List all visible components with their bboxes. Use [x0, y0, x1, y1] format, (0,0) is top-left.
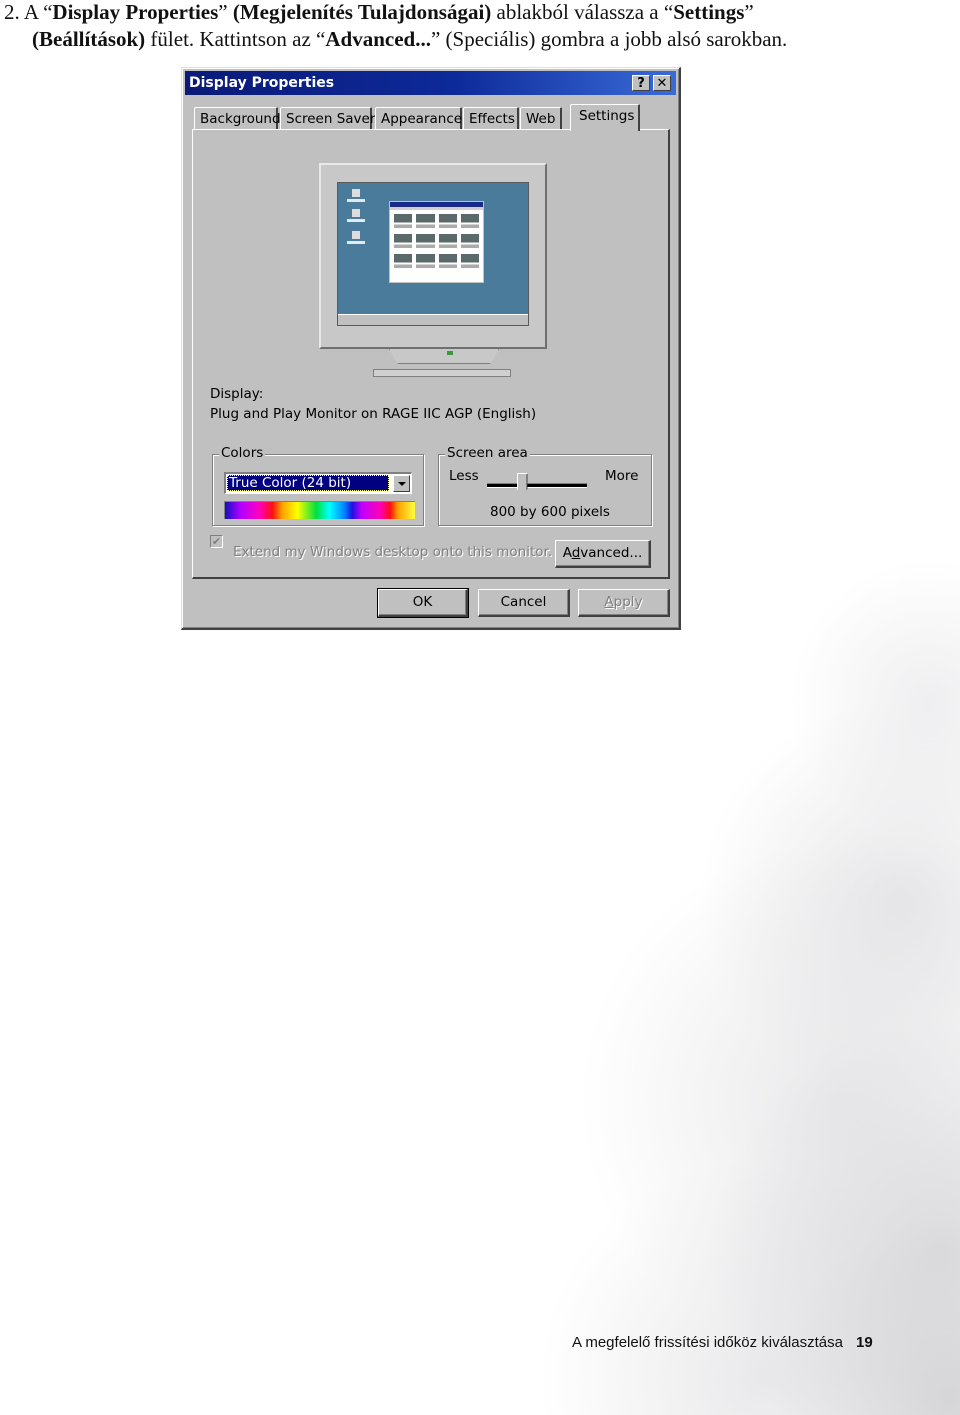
- instruction-line2-segment: (Beállítások): [32, 27, 146, 51]
- tab-web[interactable]: Web: [520, 107, 562, 130]
- screen-area-slider[interactable]: [487, 483, 587, 488]
- display-label: Display:: [210, 386, 264, 402]
- slider-more-label: More: [605, 468, 639, 484]
- monitor-base: [373, 369, 511, 377]
- screen-area-legend: Screen area: [445, 445, 530, 461]
- tab-label: Effects: [469, 111, 515, 127]
- ok-label: OK: [412, 594, 433, 610]
- instruction-text: 2. A “Display Properties” (Megjelenítés …: [4, 0, 954, 53]
- preview-window: [389, 201, 484, 283]
- instruction-line-1: A “Display Properties” (Megjelenítés Tul…: [24, 0, 754, 24]
- desktop-icon: [346, 189, 366, 203]
- ok-button[interactable]: OK: [377, 588, 469, 618]
- instruction-line1-segment: ”: [744, 0, 754, 24]
- power-led-icon: [447, 351, 453, 355]
- instruction-line2-segment: fület. Kattintson az “: [145, 27, 326, 51]
- tab-background[interactable]: Background: [194, 107, 281, 130]
- cancel-button[interactable]: Cancel: [478, 589, 570, 617]
- preview-taskbar: [338, 314, 528, 325]
- tab-label: Web: [526, 111, 556, 127]
- tab-label: Screen Saver: [286, 111, 376, 127]
- close-button[interactable]: ✕: [653, 75, 671, 91]
- display-properties-dialog: Display Properties ? ✕ Background Screen…: [181, 67, 681, 630]
- monitor-stand: [389, 349, 499, 364]
- slider-thumb[interactable]: [516, 473, 528, 495]
- instruction-line2-segment: ” (Speciális) gombra a jobb alsó sarokba…: [430, 27, 788, 51]
- footer-section-title: A megfelelő frissítési időköz kiválasztá…: [572, 1334, 843, 1351]
- tab-label: Background: [200, 111, 281, 127]
- resolution-text: 800 by 600 pixels: [490, 504, 610, 520]
- instruction-line1-segment: ablakból válassza a “: [491, 0, 674, 24]
- monitor-screen-preview: [337, 182, 529, 326]
- cancel-label: Cancel: [500, 594, 547, 610]
- tab-appearance[interactable]: Appearance: [375, 107, 462, 130]
- apply-label-accelerator: A: [604, 594, 614, 610]
- instruction-line-2: (Beállítások) fület. Kattintson az “Adva…: [4, 26, 954, 53]
- extend-desktop-checkbox[interactable]: ✔: [210, 535, 223, 548]
- instruction-line2-segment: Advanced...: [325, 27, 431, 51]
- page-number: 19: [856, 1334, 873, 1351]
- slider-less-label: Less: [449, 468, 479, 484]
- desktop-icon: [346, 231, 366, 245]
- close-icon: ✕: [656, 76, 668, 91]
- instruction-line1-segment: (Megjelenítés Tulajdonságai): [232, 0, 492, 24]
- help-button[interactable]: ?: [632, 75, 650, 91]
- advanced-button[interactable]: Advanced...: [555, 540, 651, 568]
- step-number: 2.: [4, 0, 20, 24]
- tab-effects[interactable]: Effects: [463, 107, 519, 130]
- advanced-label-prefix: A: [562, 545, 572, 561]
- screen-area-group: Screen area Less More 800 by 600 pixels: [438, 445, 652, 526]
- instruction-line1-segment: A “: [23, 0, 53, 24]
- advanced-label-accelerator: d: [571, 545, 581, 561]
- extend-desktop-label: Extend my Windows desktop onto this moni…: [233, 544, 553, 560]
- chevron-down-icon[interactable]: [393, 475, 410, 492]
- color-spectrum-bar: [224, 501, 415, 519]
- checkmark-icon: ✔: [211, 535, 222, 548]
- colors-selected-value: True Color (24 bit): [227, 475, 389, 491]
- help-icon: ?: [637, 76, 645, 91]
- apply-button[interactable]: Apply: [578, 589, 670, 617]
- colors-group: Colors True Color (24 bit): [212, 445, 424, 526]
- advanced-label-suffix: vanced...: [580, 545, 643, 561]
- settings-panel: Display: Plug and Play Monitor on RAGE I…: [192, 129, 670, 579]
- tab-settings[interactable]: Settings: [570, 104, 640, 131]
- apply-label-suffix: pply: [613, 594, 643, 610]
- colors-legend: Colors: [219, 445, 266, 461]
- desktop-icon: [346, 209, 366, 223]
- instruction-line1-segment: ”: [218, 0, 233, 24]
- instruction-line1-segment: Display Properties: [52, 0, 219, 24]
- display-value: Plug and Play Monitor on RAGE IIC AGP (E…: [210, 406, 537, 422]
- tab-label: Appearance: [381, 111, 463, 127]
- dialog-title: Display Properties: [189, 75, 335, 91]
- tab-screen-saver[interactable]: Screen Saver: [280, 107, 376, 130]
- instruction-line1-segment: Settings: [673, 0, 745, 24]
- colors-dropdown[interactable]: True Color (24 bit): [224, 472, 412, 494]
- tab-label: Settings: [579, 108, 635, 124]
- title-bar[interactable]: Display Properties ? ✕: [185, 71, 676, 95]
- monitor-preview: [319, 163, 547, 349]
